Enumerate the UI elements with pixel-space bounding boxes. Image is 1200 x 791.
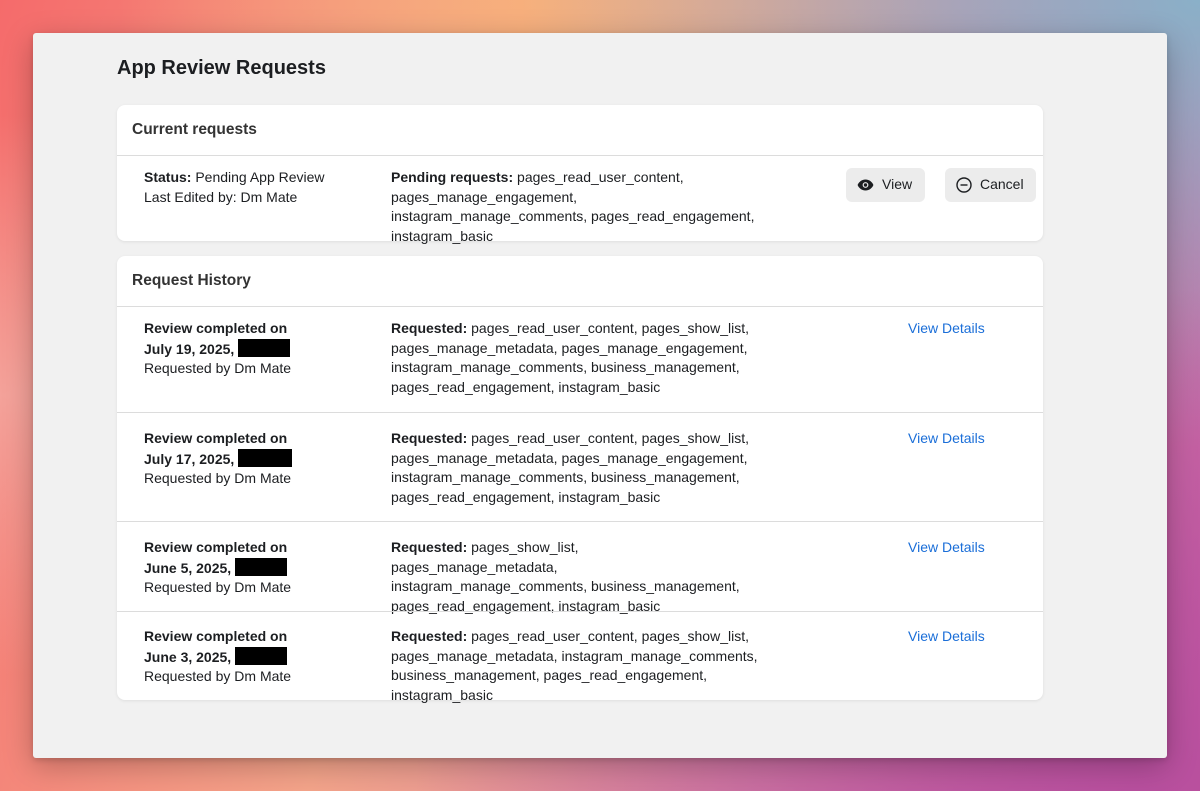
review-date: June 3, 2025,	[144, 648, 232, 665]
minus-circle-icon	[956, 177, 972, 193]
review-date-line: July 17, 2025,	[144, 448, 293, 470]
history-row: Review completed on June 3, 2025, Reques…	[117, 611, 1043, 703]
view-details-link[interactable]: View Details	[908, 429, 985, 449]
review-completed-label: Review completed on	[144, 539, 288, 555]
view-button-label: View	[882, 176, 913, 193]
history-row: Review completed on July 17, 2025, Reque…	[117, 412, 1043, 521]
requested-label: Requested:	[391, 430, 468, 446]
requested-label: Requested:	[391, 539, 468, 555]
current-requests-card: Current requests Status: Pending App Rev…	[117, 105, 1043, 244]
current-request-meta: Status: Pending App Review Last Edited b…	[144, 168, 325, 207]
last-edited-by: Last Edited by: Dm Mate	[144, 188, 298, 205]
redacted-block	[235, 557, 288, 576]
review-date-line: June 3, 2025,	[144, 646, 291, 668]
page-title: App Review Requests	[117, 57, 326, 79]
view-details-link[interactable]: View Details	[908, 538, 985, 558]
requested-by: Requested by Dm Mate	[144, 579, 292, 595]
request-history-header: Request History	[117, 256, 1043, 307]
history-meta: Review completed on June 5, 2025, Reques…	[144, 538, 291, 598]
history-meta: Review completed on July 17, 2025, Reque…	[144, 429, 293, 489]
review-date-line: June 5, 2025,	[144, 557, 291, 579]
requested-by: Requested by Dm Mate	[144, 360, 292, 376]
redacted-block	[238, 338, 291, 357]
review-completed-label: Review completed on	[144, 628, 288, 644]
requested-by: Requested by Dm Mate	[144, 470, 292, 486]
requested-permissions: Requested: pages_read_user_content, page…	[391, 429, 811, 507]
requested-by: Requested by Dm Mate	[144, 668, 292, 684]
history-meta: Review completed on June 3, 2025, Reques…	[144, 627, 291, 687]
pending-requests-label: Pending requests:	[391, 169, 514, 185]
request-history-card: Request History Review completed on July…	[117, 256, 1043, 703]
history-row: Review completed on July 19, 2025, Reque…	[117, 307, 1043, 412]
status-line: Status: Pending App Review	[144, 168, 325, 188]
review-completed-label: Review completed on	[144, 320, 288, 336]
requested-permissions: Requested: pages_read_user_content, page…	[391, 319, 811, 397]
review-date-line: July 19, 2025,	[144, 338, 291, 360]
requested-label: Requested:	[391, 628, 468, 644]
status-value: Pending App Review	[191, 169, 325, 185]
app-window: App Review Requests Current requests Sta…	[33, 33, 1167, 758]
current-requests-header: Current requests	[117, 105, 1043, 156]
cancel-button[interactable]: Cancel	[945, 168, 1036, 202]
view-button[interactable]: View	[846, 168, 925, 202]
review-date: July 17, 2025,	[144, 450, 235, 467]
review-date: July 19, 2025,	[144, 340, 235, 357]
requested-permissions: Requested: pages_show_list, pages_manage…	[391, 538, 741, 616]
status-label: Status:	[144, 169, 192, 185]
requested-permissions: Requested: pages_read_user_content, page…	[391, 627, 796, 705]
pending-requests: Pending requests: pages_read_user_conten…	[391, 168, 771, 246]
history-meta: Review completed on July 19, 2025, Reque…	[144, 319, 291, 379]
view-details-link[interactable]: View Details	[908, 627, 985, 647]
view-details-link[interactable]: View Details	[908, 319, 985, 339]
eye-icon	[857, 179, 874, 191]
redacted-block	[238, 448, 293, 467]
review-date: June 5, 2025,	[144, 559, 232, 576]
current-request-row: Status: Pending App Review Last Edited b…	[117, 156, 1043, 244]
redacted-block	[235, 646, 288, 665]
review-completed-label: Review completed on	[144, 430, 288, 446]
requested-label: Requested:	[391, 320, 468, 336]
cancel-button-label: Cancel	[980, 176, 1024, 193]
history-row: Review completed on June 5, 2025, Reques…	[117, 521, 1043, 614]
